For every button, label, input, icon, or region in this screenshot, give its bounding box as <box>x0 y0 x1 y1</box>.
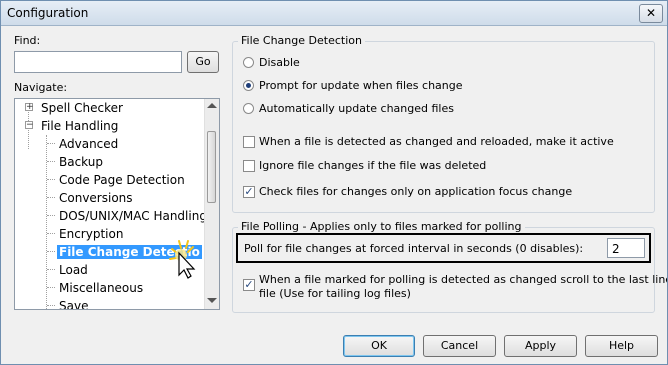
tree-item-spell-checker[interactable]: + Spell Checker <box>25 99 125 117</box>
tree-scrollbar[interactable] <box>204 99 219 309</box>
navigate-label: Navigate: <box>14 81 68 94</box>
radio-prompt-for-update-label: Prompt for update when files change <box>259 79 463 92</box>
radio-disable-label: Disable <box>259 56 300 69</box>
checkbox-scroll-to-last-line[interactable]: ✓ <box>243 279 255 291</box>
title-bar[interactable]: Configuration ✕ <box>1 1 667 26</box>
configuration-window: Configuration ✕ Find: Go Navigate: + Spe… <box>0 0 668 365</box>
scroll-up-icon[interactable] <box>207 103 217 108</box>
scroll-down-icon[interactable] <box>207 298 217 303</box>
tree-item-conversions[interactable]: Conversions <box>57 189 135 207</box>
ok-button[interactable]: OK <box>343 335 415 357</box>
checkbox-make-active-label: When a file is detected as changed and r… <box>259 135 614 148</box>
radio-auto-update[interactable] <box>243 103 254 114</box>
window-title: Configuration <box>7 6 89 20</box>
radio-auto-update-label: Automatically update changed files <box>259 102 454 115</box>
tree-item-advanced[interactable]: Advanced <box>57 135 120 153</box>
radio-disable[interactable] <box>243 57 254 68</box>
mouse-cursor-icon <box>169 240 196 279</box>
apply-button[interactable]: Apply <box>504 335 577 357</box>
checkbox-focus-change-label: Check files for changes only on applicat… <box>259 185 573 198</box>
checkbox-make-active[interactable] <box>243 136 255 148</box>
scroll-to-last-line-label-2: file (Use for tailing log files) <box>259 287 411 300</box>
tree-item-save[interactable]: Save <box>57 297 90 309</box>
poll-interval-input[interactable]: 2 <box>607 238 645 258</box>
close-icon: ✕ <box>645 6 657 20</box>
poll-interval-label: Poll for file changes at forced interval… <box>244 242 584 255</box>
file-change-detection-title: File Change Detection <box>238 34 365 47</box>
go-button[interactable]: Go <box>187 51 219 73</box>
tree-item-load[interactable]: Load <box>57 261 90 279</box>
cancel-button[interactable]: Cancel <box>423 335 496 357</box>
radio-prompt-for-update[interactable] <box>243 80 254 91</box>
checkbox-ignore-deleted-label: Ignore file changes if the file was dele… <box>259 159 487 172</box>
tree-item-encryption[interactable]: Encryption <box>57 225 125 243</box>
tree-item-backup[interactable]: Backup <box>57 153 105 171</box>
checkbox-focus-change[interactable]: ✓ <box>243 186 255 198</box>
scroll-thumb[interactable] <box>207 131 216 203</box>
find-input[interactable] <box>14 51 182 73</box>
tree-item-dos-unix-mac-handling[interactable]: DOS/UNIX/MAC Handling <box>57 207 209 225</box>
expand-icon[interactable]: + <box>25 103 34 112</box>
collapse-icon[interactable]: − <box>25 121 34 130</box>
close-button[interactable]: ✕ <box>639 4 663 23</box>
file-polling-title: File Polling - Applies only to files mar… <box>238 220 525 233</box>
tree-item-miscellaneous[interactable]: Miscellaneous <box>57 279 145 297</box>
tree-item-file-handling[interactable]: − File Handling <box>25 117 120 135</box>
checkbox-ignore-deleted[interactable] <box>243 160 255 172</box>
tree-item-code-page-detection[interactable]: Code Page Detection <box>57 171 187 189</box>
scroll-to-last-line-label-1: When a file marked for polling is detect… <box>259 273 668 286</box>
help-button[interactable]: Help <box>585 335 658 357</box>
find-label: Find: <box>14 34 41 47</box>
